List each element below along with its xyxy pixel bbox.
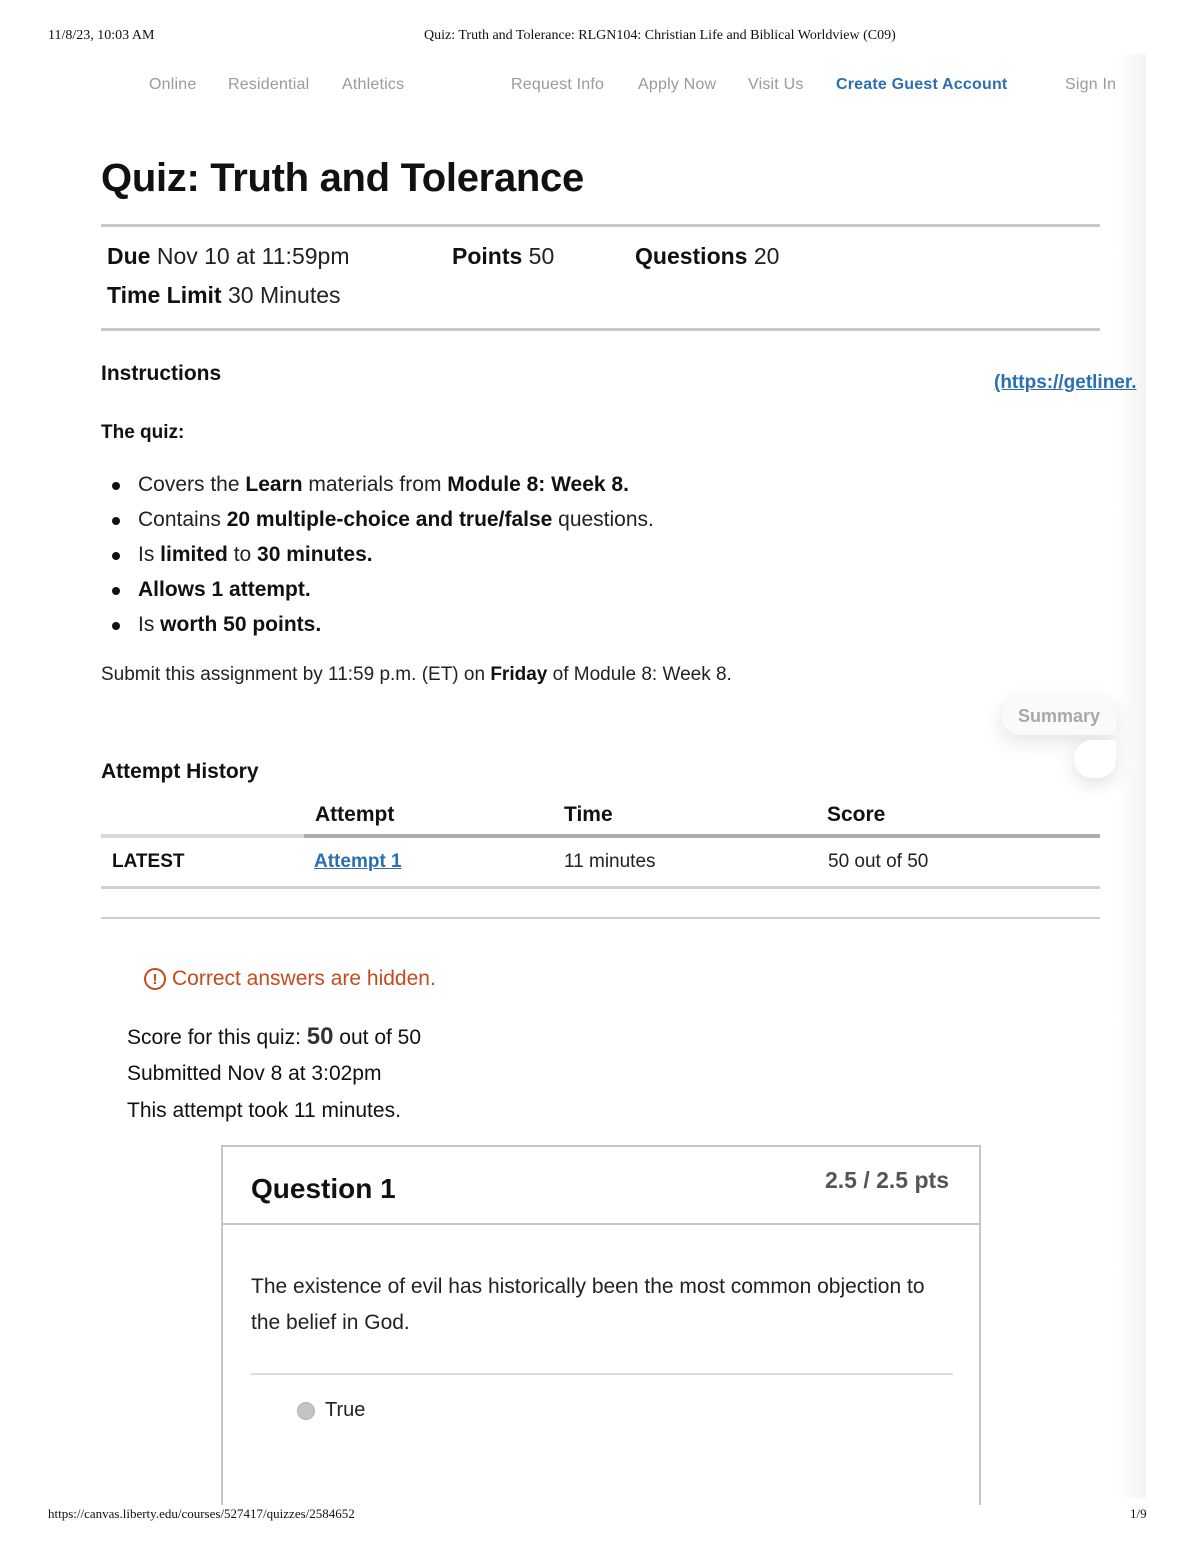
table-header-rule: [101, 834, 304, 838]
print-url: https://canvas.liberty.edu/courses/52741…: [48, 1506, 355, 1521]
instructions-list: Covers the Learn materials from Module 8…: [112, 470, 654, 645]
attempt-history-heading: Attempt History: [101, 760, 259, 783]
nav-visit-us[interactable]: Visit Us: [748, 76, 804, 94]
attempt-score: 50 out of 50: [828, 851, 929, 872]
instructions-list-item: Contains 20 multiple-choice and true/fal…: [112, 505, 654, 540]
instructions-list-item: Allows 1 attempt.: [112, 575, 654, 610]
instructions-list-item: Is worth 50 points.: [112, 610, 654, 645]
print-footer: https://canvas.liberty.edu/courses/52741…: [0, 1506, 1200, 1526]
summary-button[interactable]: Summary: [1002, 697, 1116, 735]
instructions-list-item: Covers the Learn materials from Module 8…: [112, 470, 654, 505]
attempt-link[interactable]: Attempt 1: [314, 851, 402, 873]
questions-value: 20: [753, 243, 780, 269]
divider: [101, 224, 1100, 227]
print-datetime: 11/8/23, 10:03 AM: [48, 28, 155, 43]
due-value: Nov 10 at 11:59pm: [156, 243, 350, 269]
attempt-time: 11 minutes: [564, 851, 656, 872]
emphasis-text: limited: [160, 543, 228, 566]
page-title: Quiz: Truth and Tolerance: [101, 156, 584, 200]
warning-icon: !: [144, 968, 166, 990]
table-row-rule: [101, 886, 1100, 889]
question-text: The existence of evil has historically b…: [251, 1275, 925, 1334]
list-text: Covers the: [138, 473, 246, 496]
quiz-score: Score for this quiz: 50 out of 50: [127, 1022, 421, 1059]
instructions-list-item: Is limited to 30 minutes.: [112, 540, 654, 575]
due-date: Due Nov 10 at 11:59pm: [107, 243, 349, 270]
column-header-score: Score: [827, 803, 886, 826]
time-limit-value: 30 Minutes: [228, 282, 341, 308]
question-card: Question 1 2.5 / 2.5 pts The existence o…: [221, 1145, 981, 1505]
submitted-time: Submitted Nov 8 at 3:02pm: [127, 1062, 382, 1085]
chat-bubble-button[interactable]: [1074, 740, 1116, 778]
print-header: 11/8/23, 10:03 AM Quiz: Truth and Tolera…: [0, 28, 1200, 48]
radio-selected-icon[interactable]: [297, 1401, 315, 1420]
external-link[interactable]: (https://getliner.: [994, 372, 1146, 394]
list-text: to: [227, 543, 258, 566]
latest-tag: LATEST: [112, 851, 185, 872]
emphasis-text: Allows 1 attempt.: [138, 578, 311, 601]
score-summary: Score for this quiz: 50 out of 50 Submit…: [127, 1022, 421, 1133]
nav-apply-now[interactable]: Apply Now: [638, 76, 716, 94]
submit-note-day: Friday: [490, 664, 548, 685]
emphasis-text: Learn: [245, 473, 303, 496]
scrollbar-track[interactable]: [1118, 54, 1146, 1498]
time-limit: Time Limit 30 Minutes: [107, 282, 341, 309]
list-text: questions.: [552, 508, 654, 531]
top-navigation: Online Residential Athletics Request Inf…: [0, 76, 1200, 100]
score-total: out of 50: [333, 1026, 422, 1049]
submit-note-text: Submit this assignment by 11:59 p.m. (ET…: [101, 664, 491, 685]
attempt-duration: This attempt took 11 minutes.: [127, 1096, 421, 1133]
submit-note-text: of Module 8: Week 8.: [547, 664, 732, 685]
questions-label: Questions: [635, 243, 748, 269]
score-label: Score for this quiz:: [127, 1026, 307, 1049]
time-limit-label: Time Limit: [107, 282, 222, 308]
instructions-heading: Instructions: [101, 362, 222, 385]
answer-option[interactable]: True: [297, 1399, 365, 1422]
correct-answers-hidden-alert: ! Correct answers are hidden.: [144, 967, 436, 991]
print-page-number: 1/9: [1130, 1506, 1147, 1521]
emphasis-text: 20 multiple-choice and true/false: [226, 508, 553, 531]
question-header: Question 1 2.5 / 2.5 pts: [223, 1147, 979, 1225]
instructions-intro: The quiz:: [101, 422, 185, 443]
question-points: 2.5 / 2.5 pts: [824, 1167, 949, 1193]
divider: [101, 917, 1100, 919]
nav-athletics[interactable]: Athletics: [342, 76, 404, 94]
list-text: materials from: [302, 473, 448, 496]
points-value: 50: [528, 243, 555, 269]
nav-residential[interactable]: Residential: [228, 76, 309, 94]
nav-online[interactable]: Online: [149, 76, 196, 94]
emphasis-text: worth 50 points.: [160, 613, 322, 636]
submit-note: Submit this assignment by 11:59 p.m. (ET…: [101, 664, 732, 686]
table-header-rule: [304, 834, 1100, 838]
duration-label: This attempt took: [127, 1099, 294, 1122]
divider: [101, 328, 1100, 331]
nav-sign-in[interactable]: Sign In: [1065, 76, 1116, 94]
alert-text: Correct answers are hidden.: [172, 967, 436, 990]
nav-create-guest-account[interactable]: Create Guest Account: [836, 76, 1007, 94]
score-value: 50: [306, 1023, 334, 1050]
answer-label: True: [325, 1399, 366, 1421]
list-text: Is: [138, 543, 161, 566]
points-label: Points: [452, 243, 523, 269]
column-header-time: Time: [564, 803, 613, 826]
emphasis-text: Module 8: Week 8.: [447, 473, 629, 496]
list-text: Is: [138, 613, 161, 636]
due-label: Due: [107, 243, 151, 269]
list-text: Contains: [138, 508, 227, 531]
print-document-title: Quiz: Truth and Tolerance: RLGN104: Chri…: [424, 28, 896, 43]
duration-value: 11 minutes.: [293, 1099, 401, 1122]
emphasis-text: 30 minutes.: [257, 543, 373, 566]
nav-request-info[interactable]: Request Info: [511, 76, 604, 94]
questions-count: Questions 20: [635, 243, 779, 270]
question-title: Question 1: [251, 1173, 396, 1204]
divider: [251, 1373, 953, 1375]
points: Points 50: [452, 243, 554, 270]
column-header-attempt: Attempt: [315, 803, 395, 826]
